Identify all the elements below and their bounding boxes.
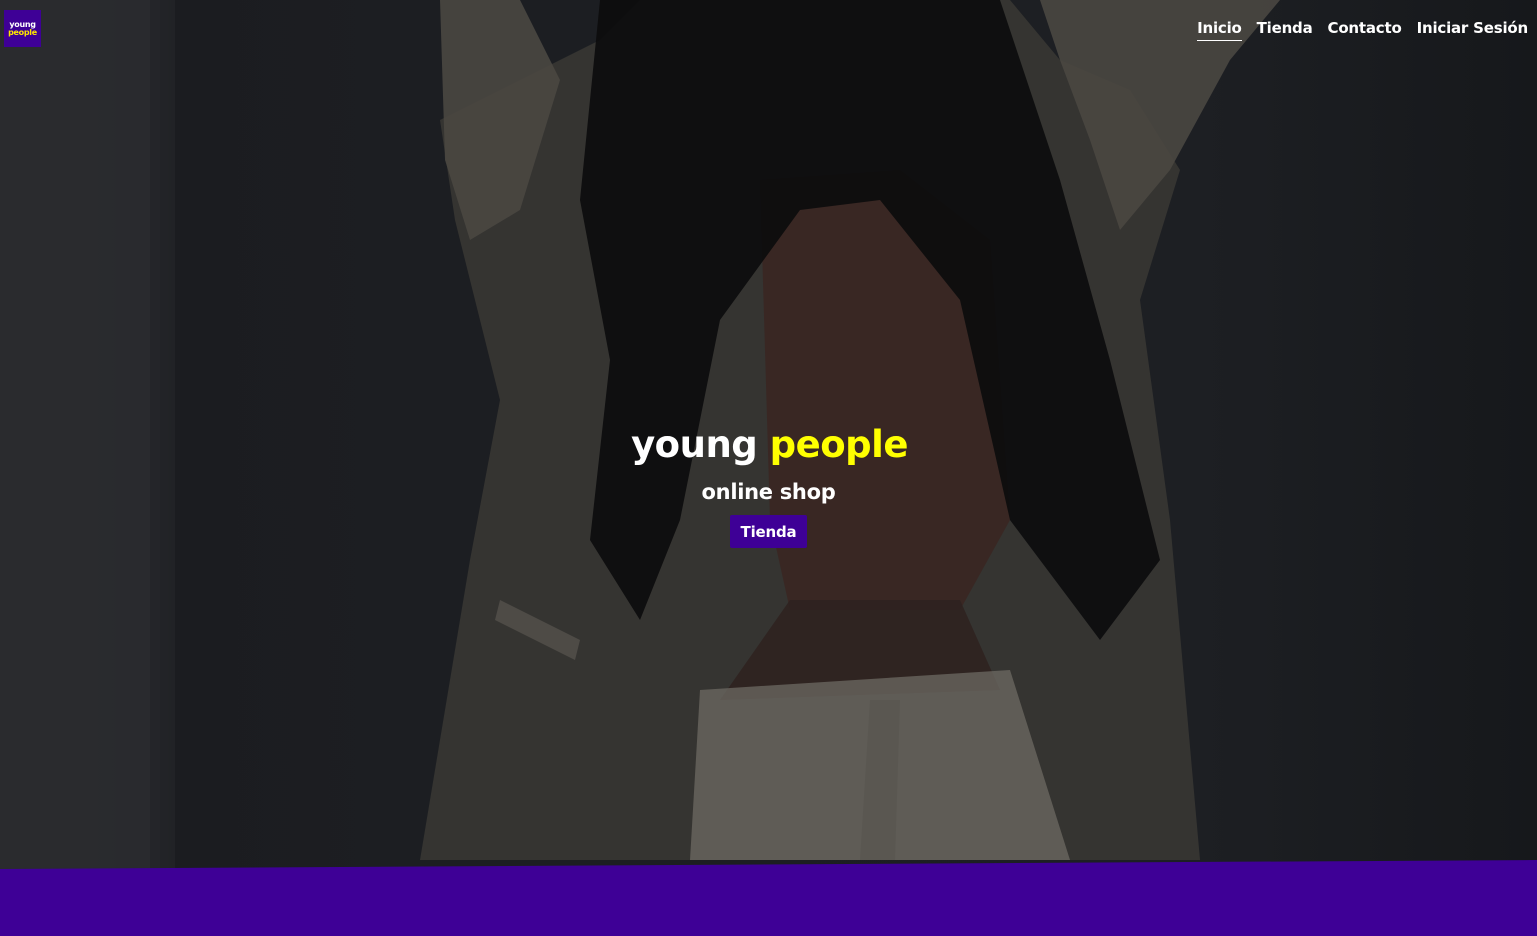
bottom-purple-band: [0, 860, 1537, 936]
brand-logo[interactable]: young people: [4, 10, 41, 47]
hero-title-people: people: [769, 423, 909, 466]
logo-text-people: people: [8, 27, 37, 37]
hero-subtitle: online shop: [701, 480, 836, 504]
nav-item-contacto[interactable]: Contacto: [1328, 19, 1402, 41]
home-page: young people Inicio Tienda Contacto Inic…: [0, 0, 1537, 936]
hero-title: young people: [629, 420, 908, 470]
hero-content: young people online shop Tienda: [0, 420, 1537, 548]
nav-item-iniciar-sesion[interactable]: Iniciar Sesión: [1417, 19, 1529, 41]
nav-item-tienda[interactable]: Tienda: [1257, 19, 1313, 41]
hero-title-young: young: [631, 423, 758, 466]
main-nav: Inicio Tienda Contacto Iniciar Sesión: [1197, 19, 1528, 41]
shop-button[interactable]: Tienda: [730, 515, 807, 548]
nav-item-inicio[interactable]: Inicio: [1197, 19, 1242, 41]
